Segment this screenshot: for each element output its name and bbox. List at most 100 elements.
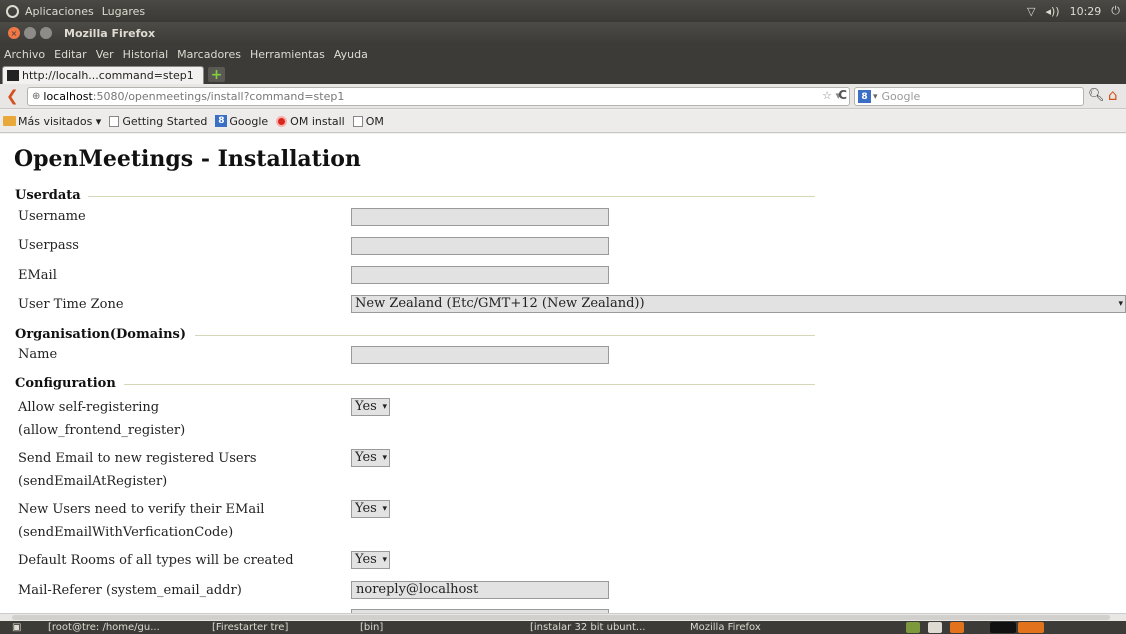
navigation-bar: ❮ ⊕ localhost:5080/openmeetings/install?… — [0, 84, 1126, 109]
email-label: EMail — [18, 268, 57, 283]
google-engine-icon[interactable]: 8 — [858, 90, 871, 103]
tray-icon[interactable] — [928, 622, 942, 633]
ubuntu-logo-icon[interactable] — [6, 4, 19, 18]
page-content: OpenMeetings - Installation Userdata Use… — [0, 134, 1126, 613]
search-icon[interactable]: 🔍︎ — [1088, 88, 1105, 103]
chevron-down-icon: ▾ — [1118, 299, 1123, 309]
bookmark-om[interactable]: OM — [352, 115, 384, 128]
power-icon[interactable]: ⏻ — [1111, 4, 1120, 18]
taskbar-item-terminal[interactable]: [root@tre: /home/gu... — [48, 621, 160, 634]
taskbar-item-firestarter[interactable]: [Firestarter tre] — [212, 621, 288, 634]
network-icon[interactable]: ▽ — [1027, 5, 1035, 18]
section-divider — [124, 384, 815, 385]
minimize-window-icon[interactable] — [24, 27, 36, 39]
chevron-down-icon[interactable]: ▾ — [873, 92, 878, 102]
send-email-label: Send Email to new registered Users — [18, 451, 257, 466]
allow-register-select[interactable]: Yes ▾ — [351, 398, 390, 416]
send-email-key: (sendEmailAtRegister) — [18, 474, 168, 489]
chevron-down-icon: ▾ — [382, 555, 387, 565]
chevron-down-icon: ▾ — [382, 402, 387, 412]
timezone-select[interactable]: New Zealand (Etc/GMT+12 (New Zealand)) ▾ — [351, 295, 1126, 313]
show-desktop-icon[interactable]: ▣ — [12, 621, 21, 634]
menu-aplicaciones[interactable]: Aplicaciones — [25, 5, 94, 18]
tab-strip: http://localh...command=step1 + — [0, 64, 1126, 84]
menu-marcadores[interactable]: Marcadores — [177, 48, 241, 61]
section-userdata: Userdata — [15, 188, 81, 203]
section-divider — [195, 335, 815, 336]
menu-editar[interactable]: Editar — [54, 48, 87, 61]
google-icon: 8 — [215, 115, 228, 127]
url-path: :5080/openmeetings/install?command=step1 — [92, 90, 345, 103]
timezone-value: New Zealand (Etc/GMT+12 (New Zealand)) — [355, 296, 645, 311]
userpass-input[interactable] — [351, 237, 609, 255]
volume-icon[interactable]: ◂)) — [1045, 5, 1059, 18]
folder-icon — [3, 116, 16, 126]
userpass-label: Userpass — [18, 238, 79, 253]
send-email-select[interactable]: Yes ▾ — [351, 449, 390, 467]
clock[interactable]: 10:29 — [1070, 5, 1102, 18]
chevron-down-icon: ▾ — [382, 504, 387, 514]
site-identity-icon[interactable]: ⊕ — [32, 91, 40, 102]
bookmark-google[interactable]: 8 Google — [215, 115, 268, 128]
org-name-label: Name — [18, 347, 58, 362]
home-icon[interactable]: ⌂ — [1108, 86, 1118, 104]
mail-referer-input[interactable]: noreply@localhost — [351, 581, 609, 599]
url-bar[interactable]: ⊕ localhost:5080/openmeetings/install?co… — [27, 87, 850, 106]
maximize-window-icon[interactable] — [40, 27, 52, 39]
verify-email-select[interactable]: Yes ▾ — [351, 500, 390, 518]
menu-ver[interactable]: Ver — [96, 48, 114, 61]
bookmark-mas-visitados[interactable]: Más visitados ▾ — [3, 115, 101, 128]
new-tab-button[interactable]: + — [208, 67, 225, 83]
menu-lugares[interactable]: Lugares — [102, 5, 145, 18]
om-icon — [276, 115, 288, 127]
search-bar[interactable]: 8 ▾ Google — [854, 87, 1084, 106]
taskbar: ▣ [root@tre: /home/gu... [Firestarter tr… — [0, 621, 1126, 634]
tab-label: http://localh...command=step1 — [22, 69, 194, 82]
allow-register-key: (allow_frontend_register) — [18, 423, 186, 438]
url-host: localhost — [43, 90, 93, 103]
section-divider — [88, 196, 815, 197]
username-label: Username — [18, 209, 86, 224]
verify-email-label: New Users need to verify their EMail — [18, 502, 265, 517]
back-button[interactable]: ❮ — [6, 87, 19, 105]
org-name-input[interactable] — [351, 346, 609, 364]
menu-herramientas[interactable]: Herramientas — [250, 48, 325, 61]
taskbar-item-bin[interactable]: [bin] — [360, 621, 383, 634]
mail-referer-label: Mail-Referer (system_email_addr) — [18, 583, 242, 598]
window-title-bar: × Mozilla Firefox — [0, 22, 1126, 44]
default-rooms-select[interactable]: Yes ▾ — [351, 551, 390, 569]
menu-bar: Archivo Editar Ver Historial Marcadores … — [0, 44, 1126, 64]
search-placeholder: Google — [881, 90, 921, 103]
bookmarks-bar: Más visitados ▾ Getting Started 8 Google … — [0, 110, 1126, 133]
close-window-icon[interactable]: × — [8, 27, 20, 39]
chevron-down-icon: ▾ — [382, 453, 387, 463]
timezone-label: User Time Zone — [18, 297, 124, 312]
horizontal-scrollbar[interactable] — [0, 613, 1126, 621]
browser-tab[interactable]: http://localh...command=step1 — [2, 66, 204, 84]
scrollbar-thumb[interactable] — [12, 615, 1110, 620]
firefox-tray-icon[interactable] — [950, 622, 964, 633]
allow-register-label: Allow self-registering — [18, 400, 160, 415]
email-input[interactable] — [351, 266, 609, 284]
workspace-icon[interactable] — [906, 622, 920, 633]
top-panel: Aplicaciones Lugares ▽ ◂)) 10:29 ⏻ — [0, 0, 1126, 22]
menu-archivo[interactable]: Archivo — [4, 48, 45, 61]
reload-icon[interactable]: C — [838, 88, 847, 102]
menu-historial[interactable]: Historial — [123, 48, 168, 61]
tray-icon[interactable] — [1018, 622, 1044, 633]
window-title: Mozilla Firefox — [64, 26, 156, 40]
section-configuration: Configuration — [15, 376, 116, 391]
section-organisation: Organisation(Domains) — [15, 327, 187, 342]
taskbar-item-instalar[interactable]: [instalar 32 bit ubunt... — [530, 621, 645, 634]
taskbar-item-firefox[interactable]: Mozilla Firefox — [690, 621, 761, 634]
bookmark-om-install[interactable]: OM install — [276, 115, 345, 128]
bookmark-getting-started[interactable]: Getting Started — [109, 115, 207, 128]
default-rooms-label: Default Rooms of all types will be creat… — [18, 553, 294, 568]
verify-email-key: (sendEmailWithVerficationCode) — [18, 525, 234, 540]
page-icon — [109, 115, 120, 127]
tray-icon[interactable] — [990, 622, 1016, 633]
page-icon — [352, 115, 363, 127]
menu-ayuda[interactable]: Ayuda — [334, 48, 368, 61]
page-title: OpenMeetings - Installation — [14, 146, 361, 172]
username-input[interactable] — [351, 208, 609, 226]
